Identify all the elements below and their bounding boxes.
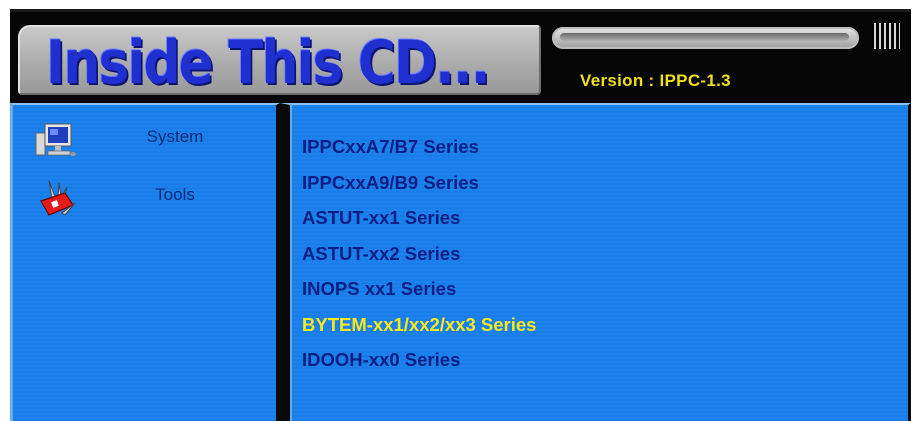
series-link-astut-xx2[interactable]: ASTUT-xx2 Series [302, 236, 536, 272]
app-window: Inside This CD... Version : IPPC-1.3 Sys… [0, 0, 917, 421]
header-banner: Inside This CD... Version : IPPC-1.3 [10, 9, 911, 105]
sidebar-item-label: System [146, 127, 204, 146]
sidebar-item-system[interactable]: System [35, 121, 255, 161]
title-plate: Inside This CD... [18, 25, 541, 98]
sidebar-item-tools[interactable]: Tools [35, 179, 255, 219]
sidebar: System Tools [10, 103, 280, 421]
version-label: Version : IPPC-1.3 [580, 71, 731, 90]
series-link-inops-xx1[interactable]: INOPS xx1 Series [302, 271, 536, 307]
main-panel: IPPCxxA7/B7 Series IPPCxxA9/B9 Series AS… [280, 103, 911, 421]
page-title: Inside This CD... [46, 28, 491, 98]
series-link-astut-xx1[interactable]: ASTUT-xx1 Series [302, 200, 536, 236]
series-link-ippcxxa7-b7[interactable]: IPPCxxA7/B7 Series [302, 129, 536, 165]
grip-icon [874, 23, 900, 49]
series-link-ippcxxa9-b9[interactable]: IPPCxxA9/B9 Series [302, 165, 536, 201]
decorative-track [552, 27, 859, 49]
computer-monitor-icon [35, 123, 76, 156]
swiss-army-knife-icon [40, 180, 76, 216]
series-link-bytem[interactable]: BYTEM-xx1/xx2/xx3 Series [302, 307, 536, 343]
series-link-idooh-xx0[interactable]: IDOOH-xx0 Series [302, 342, 536, 378]
series-list: IPPCxxA7/B7 Series IPPCxxA9/B9 Series AS… [302, 129, 536, 378]
sidebar-item-label: Tools [155, 185, 195, 204]
